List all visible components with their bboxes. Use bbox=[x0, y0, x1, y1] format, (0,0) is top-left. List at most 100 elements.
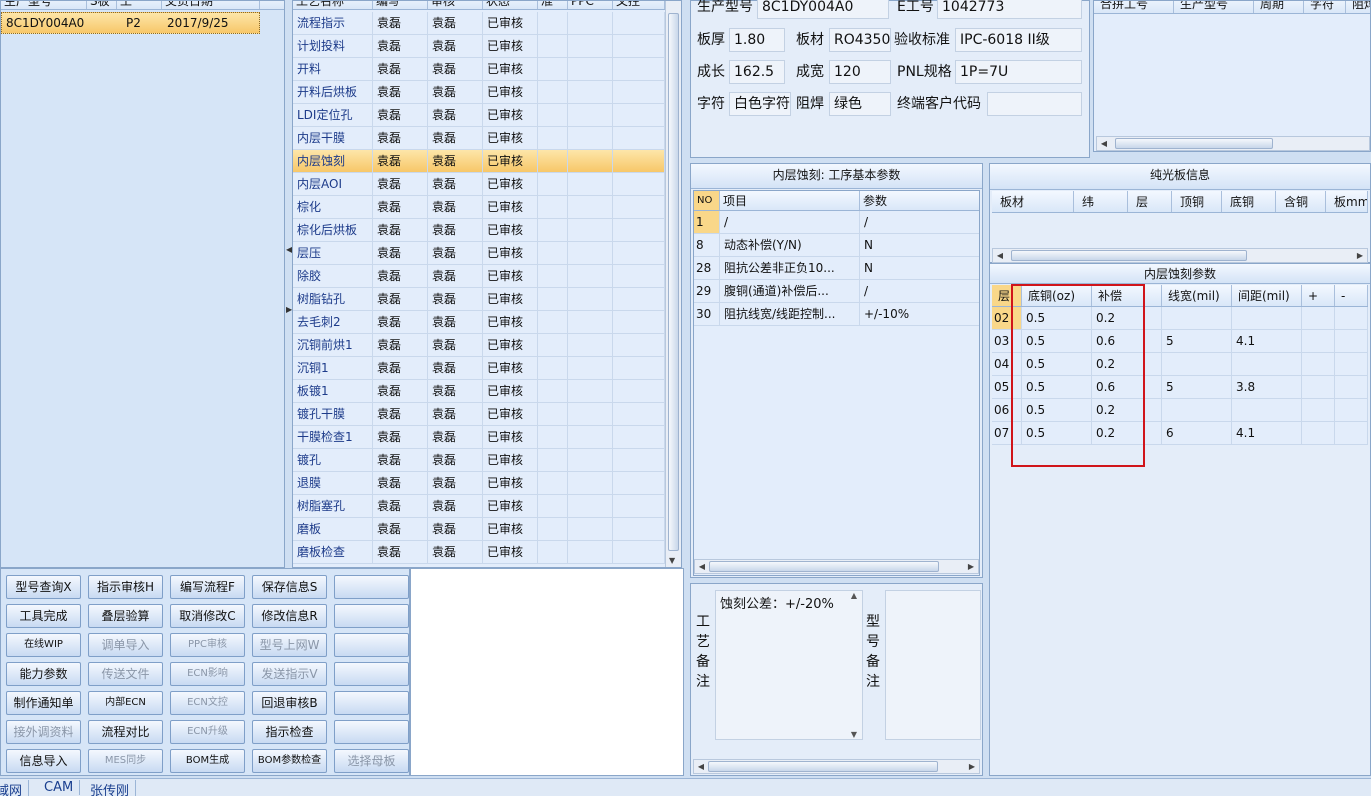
action-button[interactable] bbox=[334, 633, 409, 657]
merge-table-hscroll[interactable]: ◀ bbox=[1096, 136, 1370, 151]
action-button[interactable]: 发送指示V bbox=[252, 662, 327, 686]
process-row[interactable]: 沉铜前烘1 袁磊 袁磊 已审核 bbox=[293, 334, 665, 357]
model-col-header[interactable]: 生产型号 bbox=[1, 1, 87, 9]
action-button[interactable]: 接外调资料 bbox=[6, 720, 81, 744]
action-button[interactable]: 制作通知单 bbox=[6, 691, 81, 715]
process-row[interactable]: 去毛刺2 袁磊 袁磊 已审核 bbox=[293, 311, 665, 334]
action-button[interactable]: 传送文件 bbox=[88, 662, 163, 686]
scroll-thumb[interactable] bbox=[708, 761, 938, 772]
scroll-down-icon[interactable]: ▼ bbox=[847, 730, 861, 739]
process-row[interactable]: 板镀1 袁磊 袁磊 已审核 bbox=[293, 380, 665, 403]
gong-col-header[interactable]: 工 bbox=[117, 1, 162, 9]
model-list-row[interactable]: 8C1DY004A0 P2 2017/9/25 bbox=[1, 12, 260, 34]
action-button[interactable]: 工具完成 bbox=[6, 604, 81, 628]
bare-board-col-header[interactable]: 底铜 bbox=[1222, 191, 1276, 212]
action-button[interactable]: ECN升级 bbox=[170, 720, 245, 744]
scroll-left-icon[interactable]: ◀ bbox=[993, 249, 1007, 262]
process-row[interactable]: 棕化 袁磊 袁磊 已审核 bbox=[293, 196, 665, 219]
action-button[interactable]: BOM生成 bbox=[170, 749, 245, 773]
vertical-scrollbar[interactable]: ▼ bbox=[665, 1, 681, 567]
param-col-header[interactable]: 参数 bbox=[860, 191, 979, 210]
action-button[interactable]: 型号上网W bbox=[252, 633, 327, 657]
process-col-header[interactable]: 审核 bbox=[428, 1, 483, 9]
thickness-field[interactable]: 1.80 bbox=[729, 28, 785, 52]
std-field[interactable]: IPC-6018 II级 bbox=[955, 28, 1082, 52]
action-button[interactable]: ECN影响 bbox=[170, 662, 245, 686]
scroll-thumb[interactable] bbox=[668, 13, 679, 551]
param-row[interactable]: 8 动态补偿(Y/N) N bbox=[694, 234, 979, 257]
customer-field[interactable] bbox=[987, 92, 1082, 116]
etch-cell[interactable] bbox=[1162, 307, 1232, 329]
process-row[interactable]: 除胶 袁磊 袁磊 已审核 bbox=[293, 265, 665, 288]
action-button[interactable] bbox=[334, 691, 409, 715]
etch-cell[interactable] bbox=[1302, 422, 1335, 444]
scroll-right-icon[interactable]: ▶ bbox=[964, 560, 978, 573]
model-field[interactable]: 8C1DY004A0 bbox=[757, 0, 889, 19]
param-col-header[interactable]: 项目 bbox=[720, 191, 860, 210]
process-row[interactable]: 镀孔 袁磊 袁磊 已审核 bbox=[293, 449, 665, 472]
status-user[interactable]: 张传刚 bbox=[90, 780, 137, 796]
action-button[interactable]: 内部ECN bbox=[88, 691, 163, 715]
etch-cell[interactable] bbox=[1335, 422, 1368, 444]
scroll-up-icon[interactable]: ▲ bbox=[847, 591, 861, 600]
bare-board-col-header[interactable]: 纬 bbox=[1074, 191, 1128, 212]
param-row[interactable]: 1// bbox=[694, 211, 979, 234]
process-col-header[interactable]: 编写 bbox=[373, 1, 428, 9]
bare-board-col-header[interactable]: 板mm bbox=[1326, 191, 1368, 212]
action-button[interactable]: 叠层验算 bbox=[88, 604, 163, 628]
bare-board-hscroll[interactable]: ◀ ▶ bbox=[992, 248, 1368, 263]
process-row[interactable]: 磨板 袁磊 袁磊 已审核 bbox=[293, 518, 665, 541]
etch-cell[interactable]: 6 bbox=[1162, 422, 1232, 444]
process-row[interactable]: LDI定位孔 袁磊 袁磊 已审核 bbox=[293, 104, 665, 127]
date-col-header[interactable]: 交货日期 bbox=[162, 1, 260, 9]
process-row[interactable]: 树脂钻孔 袁磊 袁磊 已审核 bbox=[293, 288, 665, 311]
action-button[interactable] bbox=[334, 662, 409, 686]
process-row[interactable]: 干膜检查1 袁磊 袁磊 已审核 bbox=[293, 426, 665, 449]
etch-cell[interactable] bbox=[1335, 353, 1368, 375]
model-remark-textarea[interactable] bbox=[885, 590, 981, 740]
mask-field[interactable]: 绿色 bbox=[829, 92, 891, 116]
action-button[interactable] bbox=[334, 575, 409, 599]
scroll-left-icon[interactable]: ◀ bbox=[694, 760, 708, 773]
process-row[interactable]: 磨板检查 袁磊 袁磊 已审核 bbox=[293, 541, 665, 564]
etch-cell[interactable] bbox=[1302, 330, 1335, 352]
merge-col-header[interactable]: 合拼工号 bbox=[1094, 1, 1174, 13]
process-row[interactable]: 退膜 袁磊 袁磊 已审核 bbox=[293, 472, 665, 495]
action-button[interactable]: MES同步 bbox=[88, 749, 163, 773]
process-row[interactable]: 沉铜1 袁磊 袁磊 已审核 bbox=[293, 357, 665, 380]
action-button[interactable] bbox=[334, 604, 409, 628]
etch-cell[interactable] bbox=[1162, 399, 1232, 421]
process-remark-textarea[interactable]: 蚀刻公差：+/-20% bbox=[715, 590, 863, 740]
process-col-header[interactable]: 准 bbox=[538, 1, 568, 9]
scroll-left-icon[interactable]: ◀ bbox=[1097, 137, 1111, 150]
etch-cell[interactable] bbox=[1302, 399, 1335, 421]
bare-board-col-header[interactable]: 含铜 bbox=[1276, 191, 1326, 212]
status-network[interactable]: 域网 bbox=[0, 780, 30, 796]
etch-cell[interactable]: 5 bbox=[1162, 376, 1232, 398]
etch-cell[interactable]: 5 bbox=[1162, 330, 1232, 352]
action-button[interactable]: ECN文控 bbox=[170, 691, 245, 715]
action-button[interactable]: 指示检查 bbox=[252, 720, 327, 744]
width-field[interactable]: 120 bbox=[829, 60, 891, 84]
remarks-hscroll[interactable]: ◀ ▶ bbox=[693, 759, 980, 774]
eno-field[interactable]: 1042773 bbox=[937, 0, 1082, 19]
process-row[interactable]: 开料 袁磊 袁磊 已审核 bbox=[293, 58, 665, 81]
process-col-header[interactable]: 状态 bbox=[483, 1, 538, 9]
process-row[interactable]: 内层AOI 袁磊 袁磊 已审核 bbox=[293, 173, 665, 196]
action-button[interactable]: 编写流程F bbox=[170, 575, 245, 599]
process-col-header[interactable]: 工艺名称 bbox=[293, 1, 373, 9]
scroll-thumb[interactable] bbox=[1115, 138, 1273, 149]
scroll-thumb[interactable] bbox=[709, 561, 939, 572]
action-button[interactable]: 在线WIP bbox=[6, 633, 81, 657]
param-col-header[interactable]: NO bbox=[694, 191, 720, 210]
action-button[interactable]: 流程对比 bbox=[88, 720, 163, 744]
action-button[interactable]: 指示审核H bbox=[88, 575, 163, 599]
bare-board-col-header[interactable]: 板材 bbox=[992, 191, 1074, 212]
etch-cell[interactable]: 3.8 bbox=[1232, 376, 1302, 398]
etch-cell[interactable] bbox=[1232, 307, 1302, 329]
etch-col-header[interactable]: - bbox=[1335, 285, 1368, 306]
etch-cell[interactable] bbox=[1302, 307, 1335, 329]
action-button[interactable]: PPC审核 bbox=[170, 633, 245, 657]
merge-col-header[interactable]: 生产型号 bbox=[1174, 1, 1254, 13]
etch-cell[interactable] bbox=[1302, 376, 1335, 398]
